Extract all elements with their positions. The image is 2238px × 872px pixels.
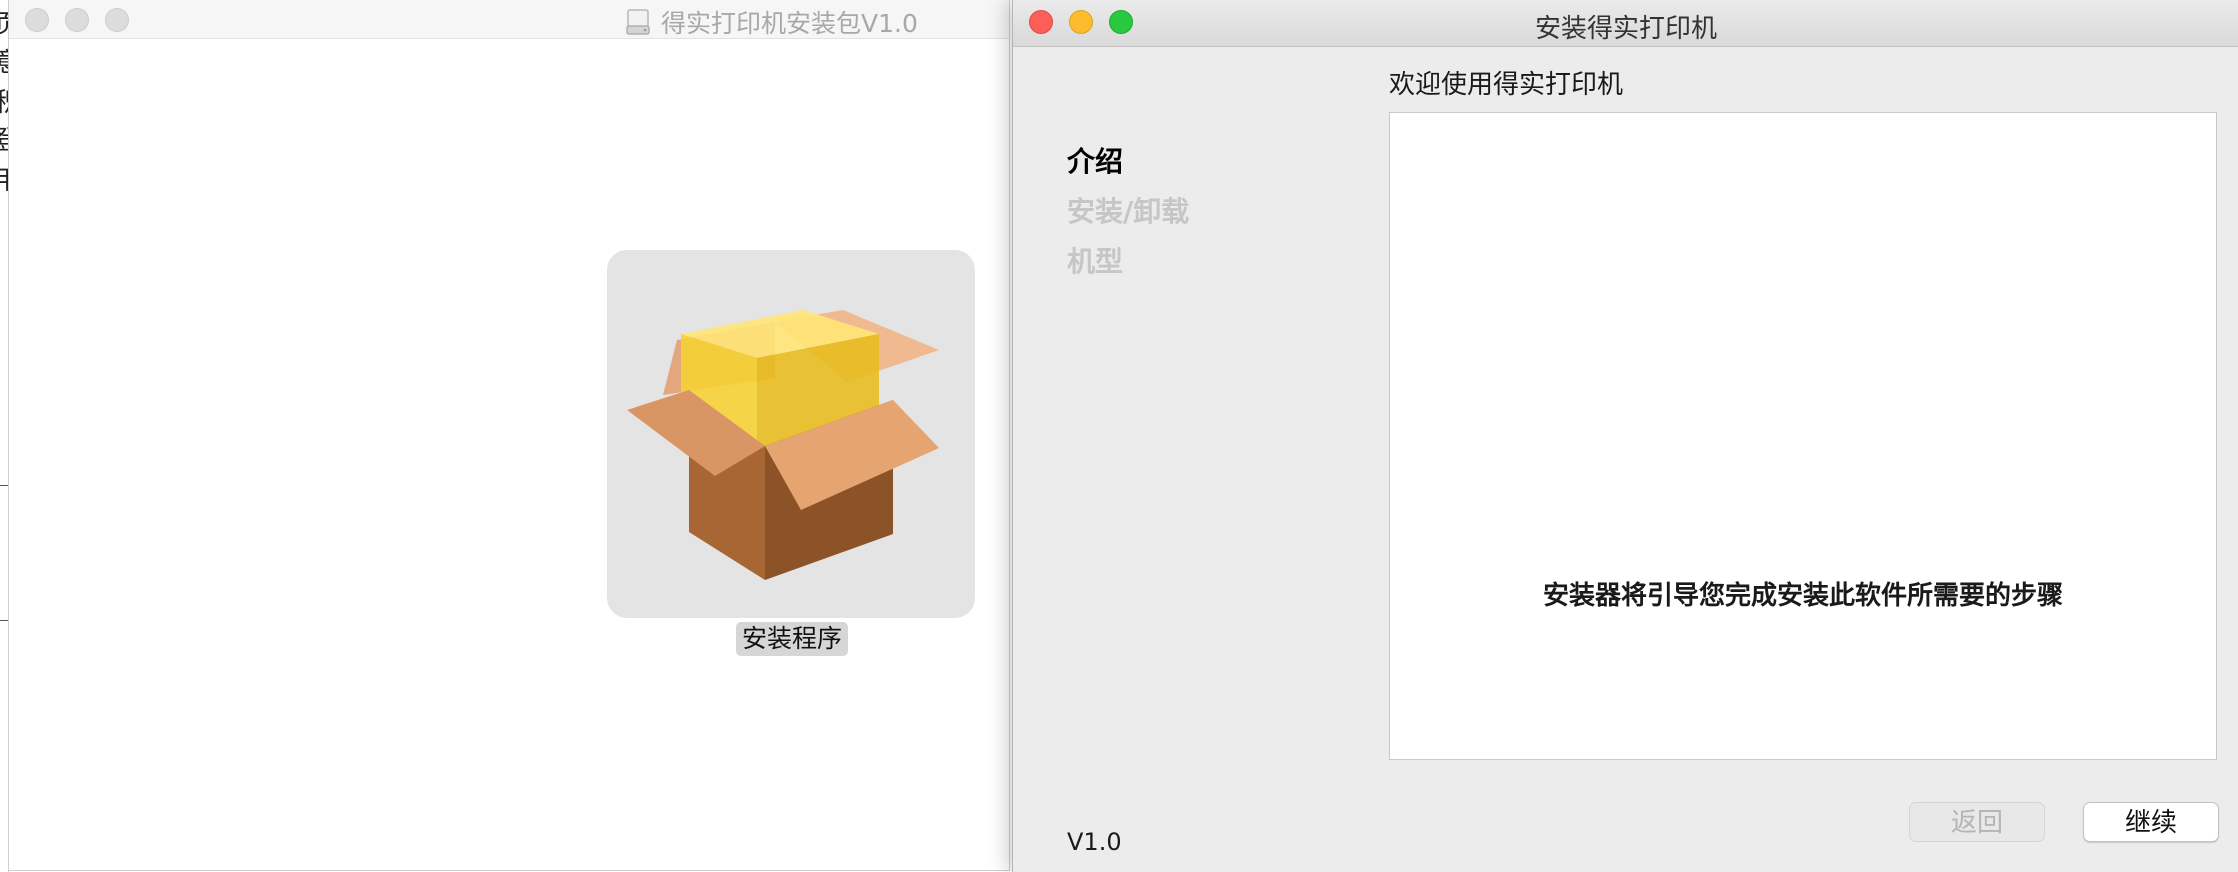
bg-divider bbox=[0, 485, 8, 486]
version-label: V1.0 bbox=[1067, 828, 1122, 856]
dmg-zoom-button[interactable] bbox=[105, 8, 129, 32]
disk-icon bbox=[626, 9, 650, 35]
installer-window-title: 安装得实打印机 bbox=[1534, 14, 1717, 44]
dmg-close-button[interactable] bbox=[25, 8, 49, 32]
bg-divider bbox=[0, 620, 8, 621]
continue-button[interactable]: 继续 bbox=[2083, 802, 2219, 842]
dmg-title-group: 得实打印机安装包V1.0 bbox=[625, 4, 918, 40]
dmg-window-title: 得实打印机安装包V1.0 bbox=[661, 9, 918, 38]
installer-titlebar[interactable]: 安装得实打印机 bbox=[1013, 0, 2238, 47]
dmg-minimize-button[interactable] bbox=[65, 8, 89, 32]
step-introduction: 介绍 bbox=[1067, 145, 1124, 178]
dmg-window-controls bbox=[25, 8, 129, 32]
welcome-heading: 欢迎使用得实打印机 bbox=[1389, 70, 1624, 100]
dmg-window: 得实打印机安装包V1.0 安装程序 bbox=[8, 0, 1010, 871]
content-panel: 安装器将引导您完成安装此软件所需要的步骤 bbox=[1389, 112, 2217, 760]
step-install-uninstall: 安装/卸载 bbox=[1067, 195, 1190, 228]
step-model: 机型 bbox=[1067, 245, 1124, 278]
installer-package[interactable] bbox=[607, 250, 975, 618]
dmg-titlebar[interactable]: 得实打印机安装包V1.0 bbox=[9, 0, 1009, 39]
package-label[interactable]: 安装程序 bbox=[736, 622, 849, 656]
step-list: 介绍 安装/卸载 机型 bbox=[1067, 142, 1189, 292]
installer-window: 安装得实打印机 欢迎使用得实打印机 介绍 安装/卸载 机型 安装器将引导您完成安… bbox=[1012, 0, 2238, 872]
intro-message: 安装器将引导您完成安装此软件所需要的步骤 bbox=[1542, 581, 2063, 611]
back-button[interactable]: 返回 bbox=[1909, 802, 2045, 842]
package-icon bbox=[627, 310, 939, 580]
